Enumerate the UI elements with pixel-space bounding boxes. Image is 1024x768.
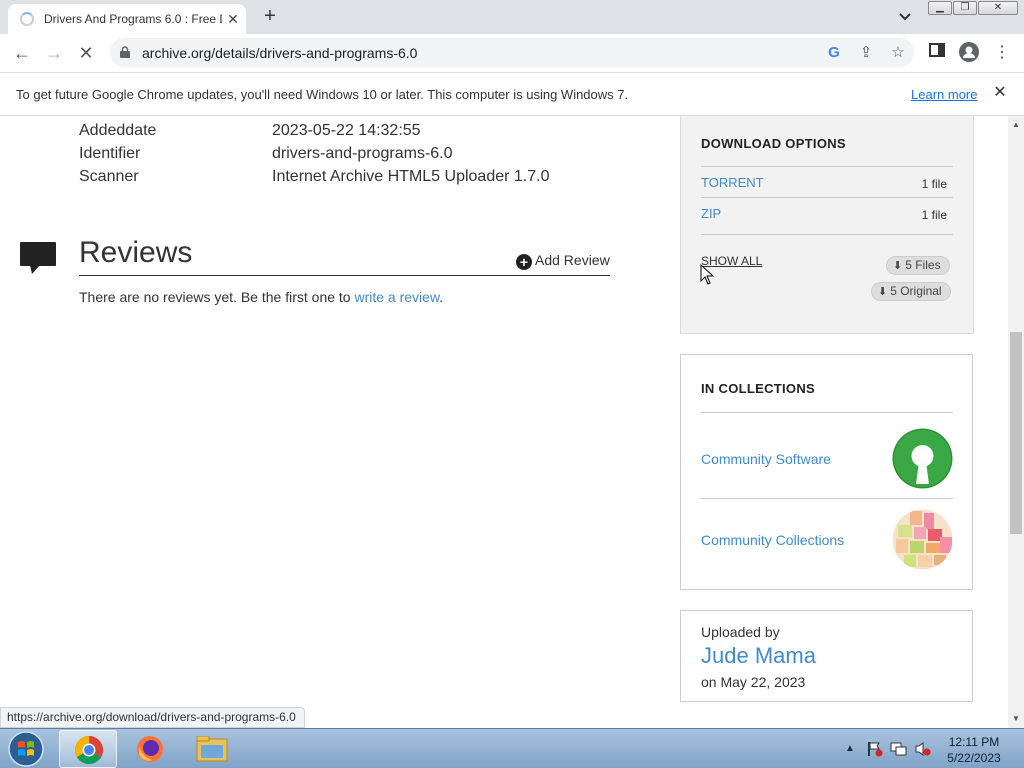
collection-link-community-software[interactable]: Community Software: [701, 451, 831, 467]
taskbar-clock[interactable]: 12:11 PM 5/22/2023: [942, 734, 1006, 766]
plus-circle-icon: +: [516, 254, 532, 270]
collections-divider: [701, 498, 953, 499]
bookmark-star-icon[interactable]: ☆: [888, 43, 908, 63]
download-format-row[interactable]: TORRENT 1 file: [701, 166, 953, 197]
upload-date: on May 22, 2023: [701, 674, 806, 690]
metadata-value-scanner: Internet Archive HTML5 Uploader 1.7.0: [272, 168, 550, 185]
chrome-menu-icon[interactable]: ⋮: [991, 42, 1013, 64]
write-review-link[interactable]: write a review: [354, 289, 439, 305]
back-button[interactable]: ←: [10, 41, 34, 65]
chrome-icon: [75, 736, 103, 764]
reviews-divider: [79, 275, 610, 276]
profile-avatar-icon[interactable]: [958, 42, 980, 64]
learn-more-link[interactable]: Learn more: [911, 87, 977, 102]
infobar-close-icon[interactable]: ✕: [990, 83, 1010, 103]
restore-button[interactable]: ❐: [953, 1, 977, 15]
reviews-speech-bubble-icon: [20, 242, 56, 274]
reviews-empty-text: There are no reviews yet. Be the first o…: [79, 289, 443, 305]
taskbar-firefox-button[interactable]: [121, 730, 179, 768]
tab-title: Drivers And Programs 6.0 : Free Download…: [44, 12, 222, 26]
clock-date: 5/22/2023: [947, 751, 1001, 765]
community-collections-mosaic-icon[interactable]: [892, 509, 953, 570]
network-icon[interactable]: [890, 741, 908, 757]
download-format-link[interactable]: ZIP: [701, 206, 721, 221]
download-arrow-icon: ⬇: [878, 286, 888, 298]
uploaded-by-label: Uploaded by: [701, 624, 780, 640]
minimize-button[interactable]: ▁: [928, 1, 952, 15]
metadata-key-addeddate: Addeddate: [79, 122, 157, 139]
files-badge-label: 5 Files: [905, 258, 941, 272]
taskbar-chrome-button[interactable]: [59, 730, 117, 768]
files-badge-button[interactable]: ⬇ 5 Files: [886, 256, 950, 275]
download-format-row[interactable]: ZIP 1 file: [701, 197, 953, 228]
metadata-value-addeddate: 2023-05-22 14:32:55: [272, 122, 421, 139]
metadata-key-scanner: Scanner: [79, 168, 139, 185]
side-panel-icon[interactable]: [926, 42, 948, 64]
download-file-count: 1 file: [921, 177, 947, 191]
scroll-down-icon[interactable]: ▼: [1008, 712, 1024, 726]
original-badge-label: 5 Original: [890, 284, 942, 298]
taskbar-explorer-button[interactable]: [183, 730, 241, 768]
volume-muted-icon[interactable]: [914, 741, 932, 757]
collections-heading: IN COLLECTIONS: [701, 381, 815, 396]
google-lens-icon[interactable]: G: [824, 43, 844, 63]
windows-start-button[interactable]: [6, 730, 46, 768]
tray-expand-icon[interactable]: ▲: [845, 743, 855, 754]
action-center-flag-icon[interactable]: [866, 741, 884, 757]
original-badge-button[interactable]: ⬇ 5 Original: [871, 282, 951, 301]
windows-taskbar: ▲ 12:11 PM 5/22/2023: [0, 728, 1024, 768]
new-tab-button[interactable]: +: [258, 5, 282, 29]
page-scrollbar[interactable]: ▲ ▼: [1008, 116, 1024, 728]
stop-loading-button[interactable]: ✕: [74, 41, 98, 65]
page-content: Addeddate 2023-05-22 14:32:55 Identifier…: [0, 116, 1008, 728]
lock-icon: [120, 46, 130, 58]
download-arrow-icon: ⬇: [893, 260, 903, 272]
tab-close-icon[interactable]: ✕: [224, 10, 242, 28]
forward-button[interactable]: →: [42, 41, 66, 65]
url-text: archive.org/details/drivers-and-programs…: [142, 45, 418, 61]
scrollbar-thumb[interactable]: [1010, 332, 1022, 534]
open-source-keyhole-icon[interactable]: [892, 428, 953, 489]
browser-toolbar: ← → ✕ archive.org/details/drivers-and-pr…: [0, 34, 1024, 72]
uploader-panel: Uploaded by Jude Mama on May 22, 2023: [680, 610, 973, 702]
add-review-label: Add Review: [535, 252, 610, 268]
metadata-value-identifier: drivers-and-programs-6.0: [272, 145, 453, 162]
link-status-bubble: https://archive.org/download/drivers-and…: [0, 707, 305, 728]
firefox-icon: [137, 736, 163, 762]
download-file-count: 1 file: [921, 208, 947, 222]
clock-time: 12:11 PM: [948, 735, 1000, 749]
tab-search-icon[interactable]: [895, 8, 915, 26]
uploader-name-link[interactable]: Jude Mama: [701, 643, 816, 669]
add-review-button[interactable]: + Add Review: [516, 252, 610, 270]
share-icon[interactable]: ⇪: [856, 43, 876, 63]
download-options-panel: DOWNLOAD OPTIONS TORRENT 1 file ZIP 1 fi…: [680, 116, 974, 334]
tab-strip: Drivers And Programs 6.0 : Free Download…: [0, 0, 1024, 34]
browser-tab[interactable]: Drivers And Programs 6.0 : Free Download…: [8, 4, 246, 34]
scroll-up-icon[interactable]: ▲: [1008, 118, 1024, 132]
download-options-heading: DOWNLOAD OPTIONS: [701, 136, 846, 151]
collections-divider: [701, 412, 953, 413]
reviews-empty-suffix: .: [439, 289, 444, 305]
reviews-empty-prefix: There are no reviews yet. Be the first o…: [79, 289, 355, 305]
mouse-cursor-icon: [700, 264, 714, 285]
infobar-message: To get future Google Chrome updates, you…: [16, 87, 629, 102]
address-bar[interactable]: archive.org/details/drivers-and-programs…: [110, 38, 914, 67]
folder-icon: [196, 736, 228, 762]
loading-spinner-icon: [20, 12, 34, 26]
reviews-heading: Reviews: [79, 236, 193, 269]
close-window-button[interactable]: ✕: [978, 1, 1018, 15]
download-divider: [701, 234, 953, 235]
update-infobar: To get future Google Chrome updates, you…: [0, 72, 1024, 116]
collections-panel: IN COLLECTIONS Community Software Commun…: [680, 354, 973, 590]
download-format-link[interactable]: TORRENT: [701, 175, 764, 190]
metadata-key-identifier: Identifier: [79, 145, 141, 162]
collection-link-community-collections[interactable]: Community Collections: [701, 532, 844, 548]
